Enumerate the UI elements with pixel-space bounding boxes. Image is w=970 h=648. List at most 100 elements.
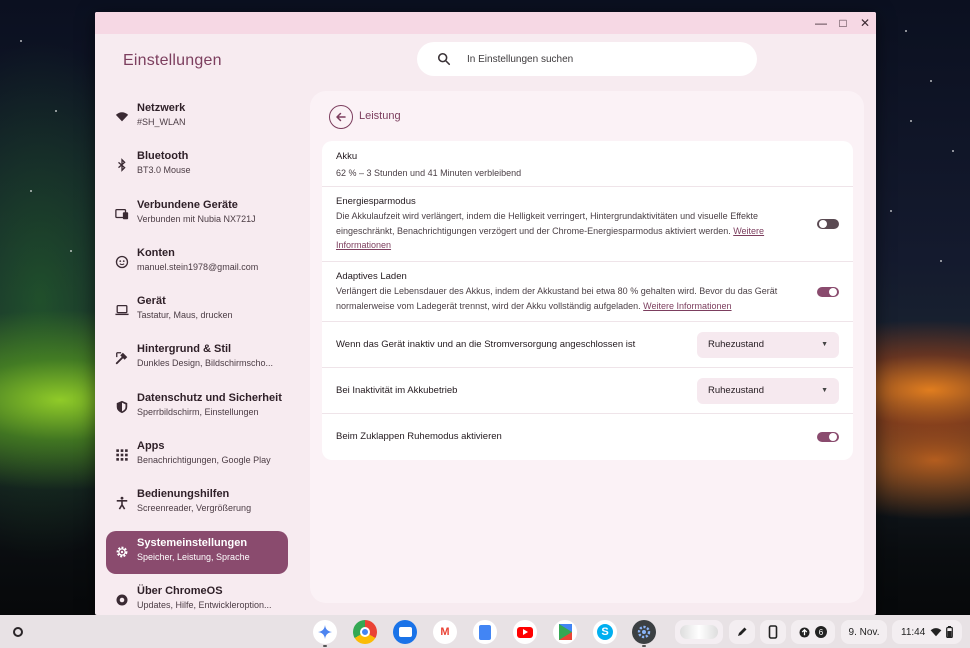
adaptive-charging-row[interactable]: Adaptives Laden Verlängert die Lebensdau… bbox=[322, 262, 853, 322]
sidebar-item-label: Verbundene Geräte bbox=[137, 198, 238, 211]
pen-icon bbox=[738, 627, 747, 636]
chrome-center bbox=[360, 627, 370, 637]
accessibility-icon bbox=[116, 497, 128, 510]
sidebar-item-sublabel: Tastatur, Maus, drucken bbox=[137, 310, 233, 321]
adaptive-charging-description: Verlängert die Lebensdauer des Akkus, in… bbox=[336, 284, 793, 313]
sidebar-item-sublabel: BT3.0 Mouse bbox=[137, 165, 191, 176]
adaptive-charging-toggle[interactable] bbox=[817, 287, 839, 297]
laptop-icon bbox=[115, 305, 129, 316]
toggle-knob bbox=[829, 288, 837, 296]
sidebar-item-system-preferences[interactable]: Systemeinstellungen Speicher, Leistung, … bbox=[106, 530, 288, 574]
doc-shape bbox=[479, 624, 491, 640]
sidebar-item-apps[interactable]: Apps Benachrichtigungen, Google Play bbox=[106, 434, 288, 477]
close-button[interactable]: ✕ bbox=[857, 15, 873, 31]
skype-icon[interactable]: S bbox=[593, 620, 617, 644]
sidebar-item-label: Bedienungshilfen bbox=[137, 488, 230, 501]
lid-close-label: Beim Zuklappen Ruhemodus aktivieren bbox=[336, 431, 502, 442]
shelf: M S 6 9. Nov. 11:44 bbox=[0, 615, 970, 648]
sidebar-item-sublabel: manuel.stein1978@gmail.com bbox=[137, 261, 259, 272]
idle-battery-select[interactable]: Ruhezustand ▼ bbox=[697, 378, 839, 404]
energy-saver-description-text: Die Akkulaufzeit wird verlängert, indem … bbox=[336, 211, 759, 236]
battery-icon bbox=[946, 626, 954, 638]
youtube-icon[interactable] bbox=[513, 620, 537, 644]
minimize-button[interactable]: — bbox=[813, 15, 829, 31]
sidebar-item-sublabel: Speicher, Leistung, Sprache bbox=[137, 551, 250, 562]
back-button[interactable] bbox=[329, 105, 353, 129]
settings-icon[interactable] bbox=[632, 620, 656, 647]
sidebar-item-sublabel: #SH_WLAN bbox=[137, 117, 186, 127]
energy-saver-toggle[interactable] bbox=[817, 219, 839, 229]
battery-title: Akku bbox=[336, 151, 358, 162]
phone-hub-button[interactable] bbox=[760, 620, 786, 644]
search-box[interactable] bbox=[417, 42, 757, 76]
sidebar-item-wallpaper-style[interactable]: Hintergrund & Stil Dunkles Design, Bilds… bbox=[106, 337, 288, 380]
arrow-left-icon bbox=[336, 112, 346, 122]
idle-battery-row: Bei Inaktivität im Akkubetrieb Ruhezusta… bbox=[322, 368, 853, 414]
chrome-icon[interactable] bbox=[353, 620, 377, 644]
toggle-knob bbox=[819, 220, 827, 228]
skype-shape: S bbox=[597, 624, 613, 640]
title-bar[interactable]: — □ ✕ bbox=[95, 12, 876, 34]
battery-row: Akku 62 % – 3 Stunden und 41 Minuten ver… bbox=[322, 141, 853, 187]
maximize-button[interactable]: □ bbox=[835, 15, 851, 31]
sidebar-item-sublabel: Screenreader, Vergrößerung bbox=[137, 503, 252, 514]
sidebar-item-connected-devices[interactable]: Verbundene Geräte Verbunden mit Nubia NX… bbox=[106, 193, 288, 236]
apps-grid-icon bbox=[116, 449, 128, 461]
holding-space-preview bbox=[680, 625, 718, 639]
launcher-icon bbox=[12, 626, 23, 637]
settings-window: — □ ✕ Einstellungen Netzwerk #SH_WLAN Bl… bbox=[95, 12, 876, 615]
sidebar-item-label: Über ChromeOS bbox=[137, 584, 223, 597]
phone-icon bbox=[768, 625, 778, 639]
palette-icon bbox=[115, 352, 128, 365]
play-store-icon[interactable] bbox=[553, 620, 577, 644]
sidebar-item-device[interactable]: Gerät Tastatur, Maus, drucken bbox=[106, 289, 288, 332]
docs-icon[interactable] bbox=[473, 620, 497, 644]
sidebar-item-accessibility[interactable]: Bedienungshilfen Screenreader, Vergrößer… bbox=[106, 482, 288, 525]
notification-button[interactable]: 6 bbox=[791, 620, 835, 644]
app-title: Einstellungen bbox=[123, 52, 222, 69]
dropdown-arrow-icon: ▼ bbox=[821, 341, 828, 348]
sidebar-item-accounts[interactable]: Konten manuel.stein1978@gmail.com bbox=[106, 241, 288, 284]
page-title: Leistung bbox=[359, 110, 401, 122]
launcher-button[interactable] bbox=[8, 622, 27, 641]
bluetooth-icon bbox=[118, 158, 126, 173]
shield-icon bbox=[116, 400, 128, 413]
toggle-knob bbox=[829, 433, 837, 441]
gear-icon bbox=[116, 546, 128, 558]
energy-saver-description: Die Akkulaufzeit wird verlängert, indem … bbox=[336, 209, 793, 253]
sidebar-item-label: Systemeinstellungen bbox=[137, 536, 248, 549]
adaptive-charging-title: Adaptives Laden bbox=[336, 271, 407, 282]
account-icon bbox=[115, 255, 129, 269]
gemini-icon[interactable] bbox=[313, 620, 337, 647]
adaptive-charging-learn-more-link[interactable]: Weitere Informationen bbox=[643, 301, 731, 311]
status-area-button[interactable]: 11:44 bbox=[892, 620, 962, 644]
idle-plugged-select[interactable]: Ruhezustand ▼ bbox=[697, 332, 839, 358]
clock-time: 11:44 bbox=[901, 626, 926, 638]
sidebar-item-privacy-security[interactable]: Datenschutz und Sicherheit Sperrbildschi… bbox=[106, 386, 288, 429]
search-input[interactable] bbox=[467, 53, 727, 65]
notification-count: 6 bbox=[815, 626, 827, 638]
sidebar-item-sublabel: Updates, Hilfe, Entwickleroption... bbox=[137, 599, 272, 610]
sidebar-item-about-chromeos[interactable]: Über ChromeOS Updates, Hilfe, Entwickler… bbox=[106, 579, 288, 615]
sidebar-item-network[interactable]: Netzwerk #SH_WLAN bbox=[106, 96, 288, 139]
stylus-button[interactable] bbox=[729, 620, 755, 644]
energy-saver-row[interactable]: Energiesparmodus Die Akkulaufzeit wird v… bbox=[322, 187, 853, 262]
holding-space-button[interactable] bbox=[675, 620, 723, 644]
lid-close-row[interactable]: Beim Zuklappen Ruhemodus aktivieren bbox=[322, 414, 853, 460]
chromeos-icon bbox=[116, 594, 128, 606]
date-button[interactable]: 9. Nov. bbox=[841, 620, 887, 644]
running-indicator bbox=[323, 645, 327, 647]
sidebar-item-bluetooth[interactable]: Bluetooth BT3.0 Mouse bbox=[106, 144, 288, 187]
main-panel: Leistung Akku 62 % – 3 Stunden und 41 Mi… bbox=[310, 91, 864, 603]
sidebar: Netzwerk #SH_WLAN Bluetooth BT3.0 Mouse … bbox=[106, 96, 288, 615]
search-icon bbox=[437, 52, 451, 66]
gmail-icon[interactable]: M bbox=[433, 620, 457, 644]
sidebar-item-sublabel: Dunkles Design, Bildschirmscho... bbox=[137, 358, 274, 369]
battery-status: 62 % – 3 Stunden und 41 Minuten verbleib… bbox=[336, 168, 522, 178]
lid-close-toggle[interactable] bbox=[817, 432, 839, 442]
folder-shape bbox=[398, 627, 412, 637]
youtube-shape bbox=[517, 626, 533, 638]
sidebar-item-sublabel: Sperrbildschirm, Einstellungen bbox=[137, 406, 259, 417]
files-icon[interactable] bbox=[393, 620, 417, 644]
play-shape bbox=[558, 624, 572, 640]
